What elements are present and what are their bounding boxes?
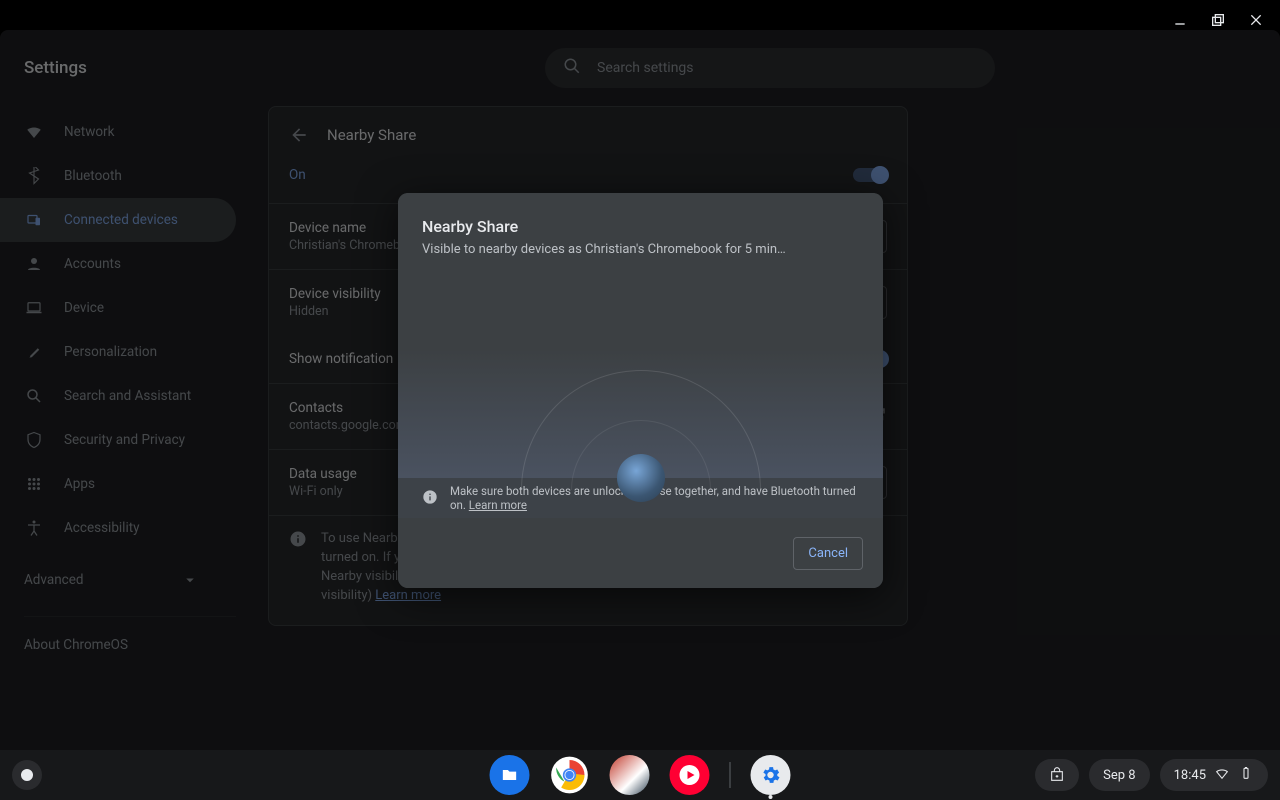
launcher-icon [21,769,33,781]
row-sub: contacts.google.com [289,416,407,433]
sidebar-item-bluetooth[interactable]: Bluetooth [0,154,236,198]
row-sub: Wi-Fi only [289,482,357,499]
search-input[interactable] [597,60,977,76]
row-title: Show notification [289,351,393,367]
person-icon [24,254,44,274]
accessibility-icon [24,518,44,538]
tote-button[interactable] [1035,759,1079,791]
sidebar-item-about[interactable]: About ChromeOS [0,631,260,659]
status-pill[interactable]: 18:45 [1160,759,1268,791]
shelf-apps [490,755,791,795]
sidebar-item-label: Security and Privacy [64,432,185,448]
apps-icon [24,474,44,494]
files-app-icon[interactable] [490,755,530,795]
nearby-share-modal: Nearby Share Visible to nearby devices a… [398,193,883,588]
search-icon [563,57,581,79]
sidebar-separator [24,616,236,617]
sidebar-item-label: Accounts [64,256,121,272]
row-sub: Hidden [289,302,381,319]
learn-more-link[interactable]: Learn more [375,588,441,603]
shelf: Sep 8 18:45 [0,750,1280,800]
sidebar-item-label: Search and Assistant [64,388,191,404]
sidebar-item-security[interactable]: Security and Privacy [0,418,236,462]
info-icon [422,489,438,508]
sidebar-item-accessibility[interactable]: Accessibility [0,506,236,550]
search-box[interactable] [545,48,995,88]
info-icon [289,530,307,605]
modal-body: Nearby Share Visible to nearby devices a… [398,193,883,478]
laptop-icon [24,298,44,318]
row-title: Device visibility [289,286,381,302]
active-indicator [769,795,773,799]
wifi-status-icon [1214,765,1230,785]
sidebar-item-label: Network [64,124,114,140]
modal-subtitle: Visible to nearby devices as Christian's… [422,236,859,257]
wifi-icon [24,122,44,142]
close-button[interactable] [1242,6,1270,34]
on-label: On [289,167,306,183]
modal-learn-more-link[interactable]: Learn more [469,498,527,512]
back-icon[interactable] [289,125,309,145]
window-controls [1166,6,1270,34]
shelf-date: Sep 8 [1103,768,1135,783]
shield-icon [24,430,44,450]
search-row [260,30,1280,106]
chevron-down-icon [180,570,200,590]
sidebar-item-search-assistant[interactable]: Search and Assistant [0,374,236,418]
modal-title: Nearby Share [422,217,859,236]
bluetooth-icon [24,166,44,186]
row-title: Data usage [289,466,357,482]
pinned-app-icon[interactable] [610,755,650,795]
sidebar-item-label: Bluetooth [64,168,122,184]
sidebar-item-label: Apps [64,476,95,492]
sidebar-item-label: Accessibility [64,520,140,536]
settings-app-icon[interactable] [751,755,791,795]
sidebar-item-label: Device [64,300,104,316]
sidebar-item-accounts[interactable]: Accounts [0,242,236,286]
nearby-share-toggle[interactable] [853,168,887,182]
sidebar-item-connected-devices[interactable]: Connected devices [0,198,236,242]
battery-status-icon [1238,765,1254,785]
search-icon [24,386,44,406]
modal-actions: Cancel [398,518,883,588]
brush-icon [24,342,44,362]
sidebar-item-advanced[interactable]: Advanced [0,558,236,602]
cancel-button[interactable]: Cancel [793,537,863,570]
shelf-time: 18:45 [1174,768,1206,783]
restore-button[interactable] [1204,6,1232,34]
sidebar-item-network[interactable]: Network [0,110,236,154]
sidebar-item-apps[interactable]: Apps [0,462,236,506]
row-title: Contacts [289,400,407,416]
card-header: Nearby Share [269,107,907,163]
sidebar-item-label: Connected devices [64,212,178,228]
minimize-button[interactable] [1166,6,1194,34]
shelf-separator [730,762,731,788]
devices-icon [24,210,44,230]
youtube-music-icon[interactable] [670,755,710,795]
date-pill[interactable]: Sep 8 [1089,759,1149,791]
sidebar: Network Bluetooth Connected devices Acco… [0,106,260,750]
sidebar-item-label: Advanced [24,572,84,588]
status-area[interactable]: Sep 8 18:45 [1035,759,1268,791]
device-avatar [617,454,665,502]
sidebar-item-label: Personalization [64,344,157,360]
launcher-button[interactable] [12,760,42,790]
chrome-app-icon[interactable] [550,755,590,795]
page-title: Nearby Share [327,126,416,144]
sidebar-item-personalization[interactable]: Personalization [0,330,236,374]
app-title: Settings [0,30,260,106]
sidebar-item-device[interactable]: Device [0,286,236,330]
